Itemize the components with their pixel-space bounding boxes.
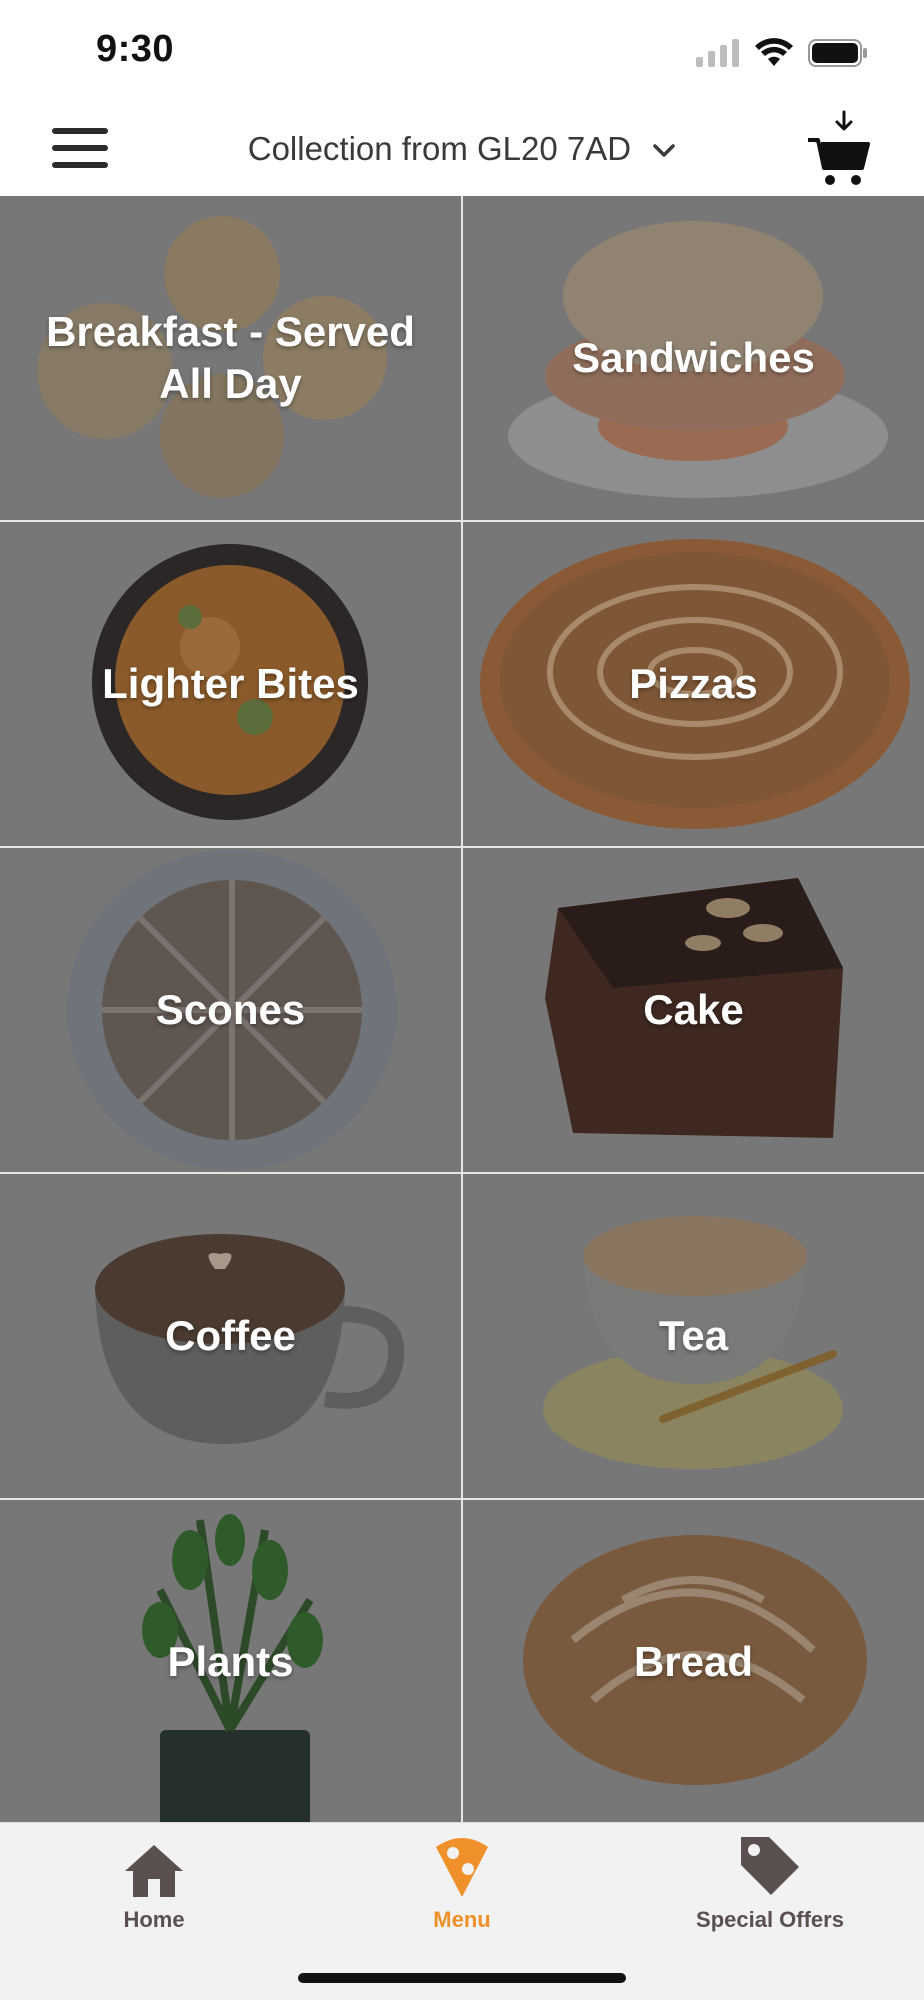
location-selector[interactable]: Collection from GL20 7AD — [0, 130, 924, 168]
home-indicator — [298, 1973, 626, 1983]
category-grid: Breakfast - Served All Day Sandwiches Li… — [0, 196, 924, 1822]
category-tile-tea[interactable]: Tea — [463, 1174, 924, 1498]
menu-pin-icon — [436, 1838, 488, 1897]
tab-menu-label: Menu — [433, 1907, 491, 1932]
category-tile-coffee[interactable]: Coffee — [0, 1174, 461, 1498]
tab-special-offers[interactable]: Special Offers — [650, 1833, 890, 1943]
bottom-tab-bar: Home Menu Special Offers — [0, 1822, 924, 2000]
signal-icon — [696, 39, 739, 67]
category-label: Cake — [643, 986, 744, 1033]
tag-icon — [741, 1837, 799, 1895]
battery-icon — [808, 39, 867, 67]
category-label: Breakfast - Served All Day — [46, 308, 415, 407]
category-label: Sandwiches — [572, 334, 815, 381]
category-tile-lighter-bites[interactable]: Lighter Bites — [0, 522, 461, 846]
status-bar: 9:30 — [0, 0, 924, 100]
chevron-down-icon — [653, 144, 675, 158]
tab-menu[interactable]: Menu — [342, 1833, 582, 1943]
category-label: Lighter Bites — [102, 660, 359, 707]
category-label: Bread — [633, 1638, 754, 1685]
category-label: Scones — [155, 986, 306, 1033]
category-tile-breakfast[interactable]: Breakfast - Served All Day — [0, 196, 461, 520]
category-label: Tea — [658, 1312, 729, 1359]
cart-download-icon — [808, 110, 870, 185]
category-label: Pizzas — [629, 660, 758, 707]
category-tile-pizzas[interactable]: Pizzas — [463, 522, 924, 846]
home-icon — [125, 1845, 183, 1897]
category-tile-bread[interactable]: Bread — [463, 1500, 924, 1822]
cart-button[interactable] — [806, 110, 872, 190]
category-tile-sandwiches[interactable]: Sandwiches — [463, 196, 924, 520]
category-label: Coffee — [165, 1312, 296, 1359]
tab-special-offers-label: Special Offers — [696, 1907, 844, 1932]
top-header: Collection from GL20 7AD — [0, 100, 924, 196]
category-tile-scones[interactable]: Scones — [0, 848, 461, 1172]
status-icons — [696, 38, 868, 68]
wifi-icon — [755, 38, 793, 66]
location-label: Collection from GL20 7AD — [247, 130, 632, 167]
tab-home-label: Home — [123, 1907, 185, 1932]
status-time: 9:30 — [96, 28, 175, 70]
category-tile-plants[interactable]: Plants — [0, 1500, 461, 1822]
category-label: Plants — [167, 1638, 294, 1685]
category-tile-cake[interactable]: Cake — [463, 848, 924, 1172]
tab-home[interactable]: Home — [34, 1833, 274, 1943]
